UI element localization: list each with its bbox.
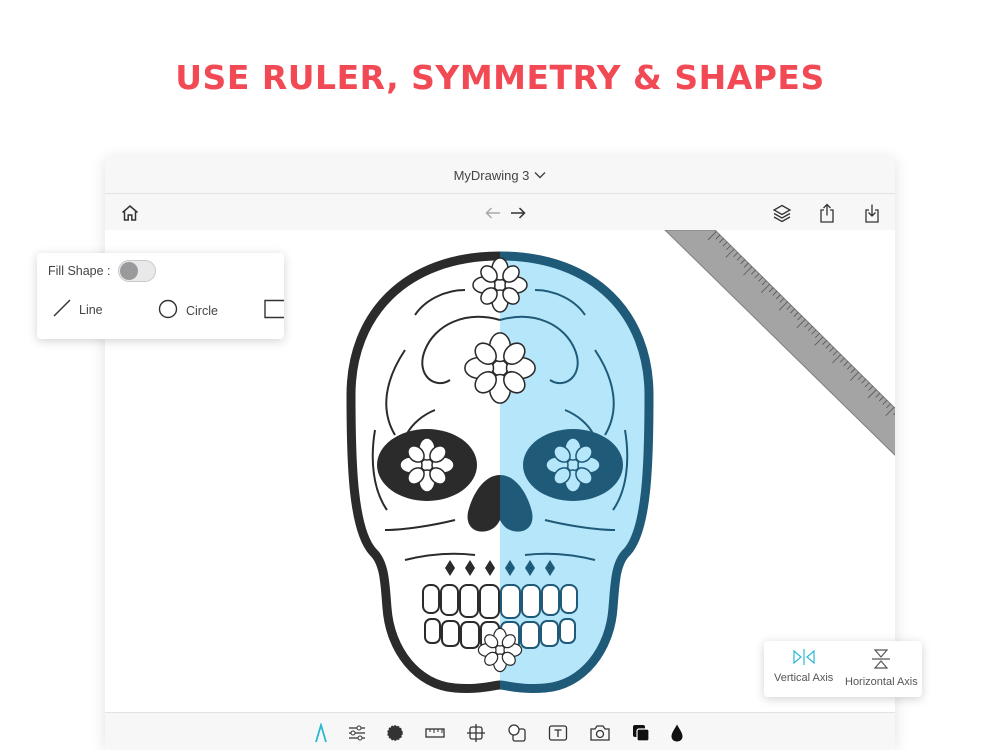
ruler-overlay[interactable] [664,230,895,465]
brush-icon[interactable] [384,722,406,744]
shape-option-circle[interactable]: Circle [158,299,218,322]
shape-option-rectangle[interactable] [263,299,284,322]
ruler-icon[interactable] [424,722,446,744]
circle-icon [158,299,178,322]
shape-options-popup: Fill Shape : Line Circle [37,253,284,339]
undo-arrow-icon[interactable] [482,202,504,224]
pen-tool-icon[interactable] [310,722,332,744]
home-icon[interactable] [119,202,141,224]
shapes-icon[interactable] [506,722,528,744]
bottom-tool-bar [105,712,895,750]
camera-icon[interactable] [589,722,611,744]
axis-option-label: Vertical Axis [774,672,834,684]
ink-drop-icon[interactable] [666,722,688,744]
headline: USE RULER, SYMMETRY & SHAPES [175,58,825,97]
horizontal-axis-icon [872,649,891,672]
shape-option-label: Circle [186,303,218,318]
title-bar: MyDrawing 3 [105,157,895,194]
text-icon[interactable] [547,722,569,744]
symmetry-icon[interactable] [465,722,487,744]
redo-arrow-icon[interactable] [507,202,529,224]
share-icon[interactable] [816,202,838,224]
document-title[interactable]: MyDrawing 3 [454,168,530,183]
toggle-knob [120,262,138,280]
line-icon [53,299,71,320]
rectangle-icon [263,299,284,322]
fill-shape-label: Fill Shape : [48,264,111,278]
vertical-axis-option[interactable]: Vertical Axis [774,649,833,684]
layers-icon[interactable] [771,202,793,224]
import-icon[interactable] [861,202,883,224]
vertical-axis-icon [792,649,816,668]
layers-color-icon[interactable] [630,722,652,744]
axis-option-label: Horizontal Axis [845,676,918,688]
adjustments-icon[interactable] [346,722,368,744]
chevron-down-icon[interactable] [534,171,546,179]
fill-shape-toggle[interactable] [118,260,156,282]
symmetry-axis-popup: Vertical Axis Horizontal Axis [764,641,922,697]
toolbar [105,194,895,230]
shape-option-line[interactable]: Line [53,299,103,320]
horizontal-axis-option[interactable]: Horizontal Axis [845,649,918,688]
shape-option-label: Line [79,302,103,317]
